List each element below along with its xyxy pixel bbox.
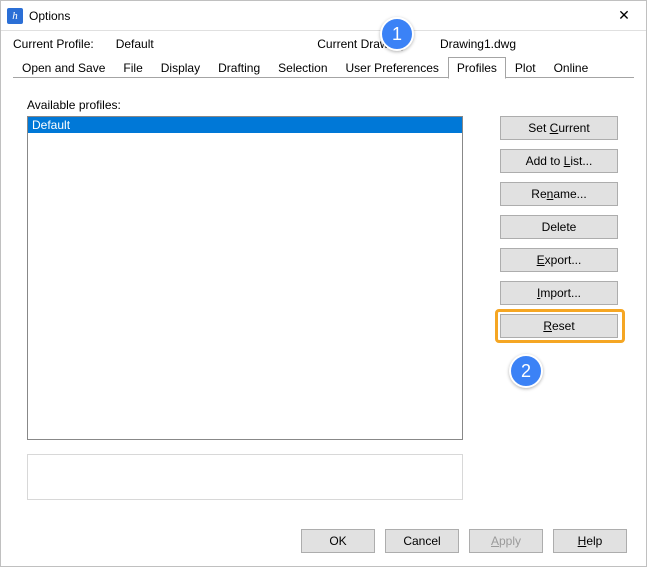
titlebar: h Options ✕ xyxy=(1,1,646,31)
window-title: Options xyxy=(29,9,602,23)
export-button[interactable]: Export... xyxy=(500,248,618,272)
tab-content: Available profiles: Default Set Current … xyxy=(1,78,646,558)
available-profiles-label: Available profiles: xyxy=(27,98,478,112)
current-profile-value: Default xyxy=(116,37,154,51)
tab-online[interactable]: Online xyxy=(545,57,598,78)
current-profile-label: Current Profile: xyxy=(13,37,94,51)
app-icon: h xyxy=(7,8,23,24)
set-current-button[interactable]: Set Current xyxy=(500,116,618,140)
add-to-list-button[interactable]: Add to List... xyxy=(500,149,618,173)
delete-button[interactable]: Delete xyxy=(500,215,618,239)
tab-open-and-save[interactable]: Open and Save xyxy=(13,57,114,78)
apply-button: Apply xyxy=(469,529,543,553)
close-button[interactable]: ✕ xyxy=(602,1,646,31)
import-button[interactable]: Import... xyxy=(500,281,618,305)
list-item[interactable]: Default xyxy=(28,117,462,133)
info-row: Current Profile: Default Current Drawing… xyxy=(1,31,646,55)
tab-file[interactable]: File xyxy=(114,57,151,78)
rename-button[interactable]: Rename... xyxy=(500,182,618,206)
reset-button[interactable]: Reset xyxy=(500,314,618,338)
dialog-buttons: OK Cancel Apply Help xyxy=(301,529,627,553)
reset-button-highlight: Reset xyxy=(495,309,625,343)
tab-drafting[interactable]: Drafting xyxy=(209,57,269,78)
current-drawing-value: Drawing1.dwg xyxy=(440,37,516,51)
callout-1: 1 xyxy=(380,17,414,51)
tab-display[interactable]: Display xyxy=(152,57,209,78)
tab-bar: Open and Save File Display Drafting Sele… xyxy=(1,57,646,78)
side-button-column: Set Current Add to List... Rename... Del… xyxy=(500,98,620,500)
available-profiles-listbox[interactable]: Default xyxy=(27,116,463,440)
tab-plot[interactable]: Plot xyxy=(506,57,545,78)
cancel-button[interactable]: Cancel xyxy=(385,529,459,553)
tab-selection[interactable]: Selection xyxy=(269,57,336,78)
help-button[interactable]: Help xyxy=(553,529,627,553)
profile-description-box xyxy=(27,454,463,500)
callout-2: 2 xyxy=(509,354,543,388)
tab-user-preferences[interactable]: User Preferences xyxy=(337,57,448,78)
ok-button[interactable]: OK xyxy=(301,529,375,553)
tab-profiles[interactable]: Profiles xyxy=(448,57,506,79)
